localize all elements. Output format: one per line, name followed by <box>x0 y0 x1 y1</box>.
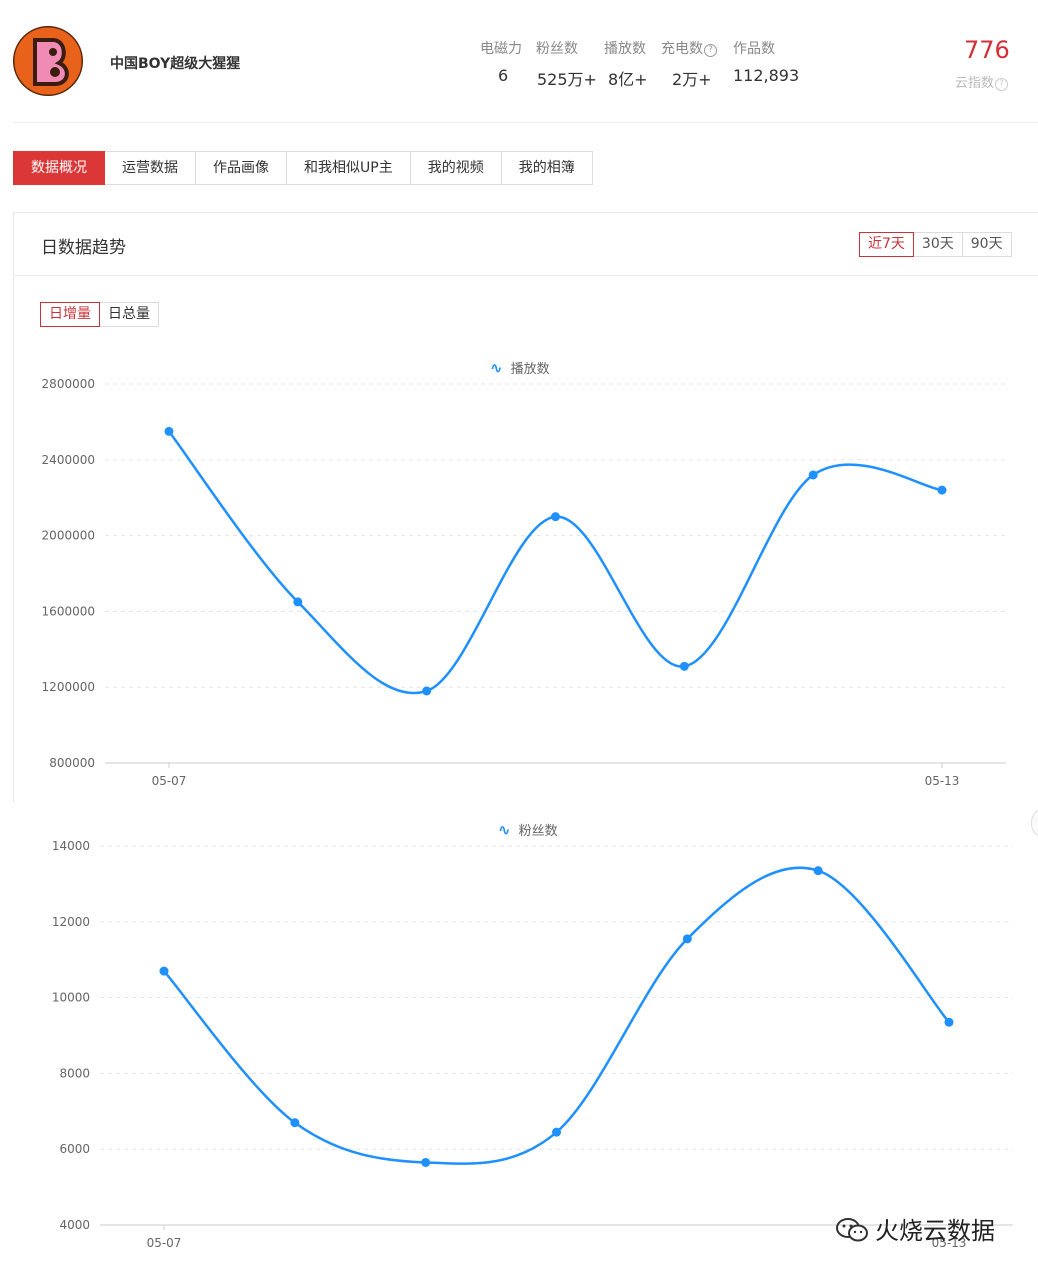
stat-label-works: 作品数 <box>733 41 775 57</box>
panel-divider <box>13 275 1038 276</box>
range-7-days[interactable]: 近7天 <box>859 232 914 257</box>
data-point <box>937 485 947 495</box>
tab-overview[interactable]: 数据概况 <box>13 151 105 185</box>
data-point <box>551 512 560 522</box>
stat-value-fans: 525万+ <box>537 70 597 89</box>
data-point <box>552 1127 561 1137</box>
data-point <box>944 1017 954 1027</box>
help-icon[interactable]: ? <box>995 78 1009 91</box>
username: 中国BOY超级大猩猩 <box>110 56 241 72</box>
stat-value-power: 6 <box>498 66 509 85</box>
y-tick-label: 800000 <box>49 756 95 770</box>
data-point <box>808 470 818 480</box>
plays-line-chart: 800000 1200000 1600000 2000000 2400000 280000… <box>42 377 1006 788</box>
data-point <box>159 966 169 976</box>
range-selector: 近7天 30天 90天 <box>859 232 1012 257</box>
header-divider <box>13 122 1038 123</box>
y-tick-label: 2000000 <box>42 529 95 543</box>
type-daily-total[interactable]: 日总量 <box>100 302 159 327</box>
y-tick-label: 6000 <box>59 1142 90 1156</box>
data-point <box>679 661 689 671</box>
y-tick-label: 2800000 <box>42 377 95 391</box>
series-line <box>163 866 950 1165</box>
stat-label-charge-text: 充电数 <box>661 41 703 57</box>
x-tick-label: 05-07 <box>152 774 187 788</box>
stat-value-charge: 2万+ <box>672 70 712 89</box>
cloud-index-label-text: 云指数 <box>955 76 995 91</box>
cloud-index-label: 云指数? <box>955 72 1009 91</box>
data-point <box>422 686 432 696</box>
y-tick-label: 1600000 <box>42 604 95 618</box>
stat-label-fans: 粉丝数 <box>536 41 578 57</box>
data-point <box>421 1157 431 1167</box>
stat-label-plays: 播放数 <box>604 41 646 57</box>
x-tick-label: 05-07 <box>147 1236 182 1250</box>
series-line <box>168 430 943 695</box>
watermark-text: 火烧云数据 <box>875 1217 995 1245</box>
y-tick-label: 12000 <box>52 915 90 929</box>
tab-similar-up[interactable]: 和我相似UP主 <box>287 151 411 185</box>
tab-my-albums[interactable]: 我的相簿 <box>501 151 593 185</box>
y-tick-label: 1200000 <box>42 680 95 694</box>
range-90-days[interactable]: 90天 <box>962 232 1012 257</box>
tab-my-videos[interactable]: 我的视频 <box>410 151 502 185</box>
watermark: 火烧云数据 <box>835 1211 995 1246</box>
stat-value-plays: 8亿+ <box>608 70 648 89</box>
data-point <box>290 1118 300 1128</box>
panel-title: 日数据趋势 <box>41 238 126 258</box>
type-selector: 日增量 日总量 <box>40 302 159 327</box>
x-tick-label: 05-13 <box>925 774 960 788</box>
avatar <box>13 26 83 96</box>
type-daily-increase[interactable]: 日增量 <box>40 302 100 327</box>
tab-works-profile[interactable]: 作品画像 <box>196 151 287 185</box>
help-icon[interactable]: ? <box>704 44 717 57</box>
cloud-index-value: 776 <box>964 36 1010 64</box>
y-tick-label: 4000 <box>59 1218 90 1232</box>
data-point <box>293 597 303 607</box>
stat-label-power: 电磁力 <box>480 41 522 57</box>
wechat-icon <box>836 1218 868 1242</box>
y-tick-label: 14000 <box>52 839 90 853</box>
tab-operations[interactable]: 运营数据 <box>105 151 196 185</box>
main-tabs: 数据概况 运营数据 作品画像 和我相似UP主 我的视频 我的相簿 <box>13 151 593 185</box>
y-tick-label: 8000 <box>59 1066 90 1080</box>
fans-line-chart: 40006000800010000120001400005-07 05-13 <box>52 839 1013 1250</box>
data-point <box>682 934 692 944</box>
data-point <box>813 866 823 876</box>
range-30-days[interactable]: 30天 <box>913 232 963 257</box>
stat-value-works: 112,893 <box>733 66 800 85</box>
data-point <box>164 426 174 436</box>
stat-label-charge: 充电数? <box>661 38 717 58</box>
y-tick-label: 10000 <box>52 991 90 1005</box>
y-tick-label: 2400000 <box>42 453 95 467</box>
